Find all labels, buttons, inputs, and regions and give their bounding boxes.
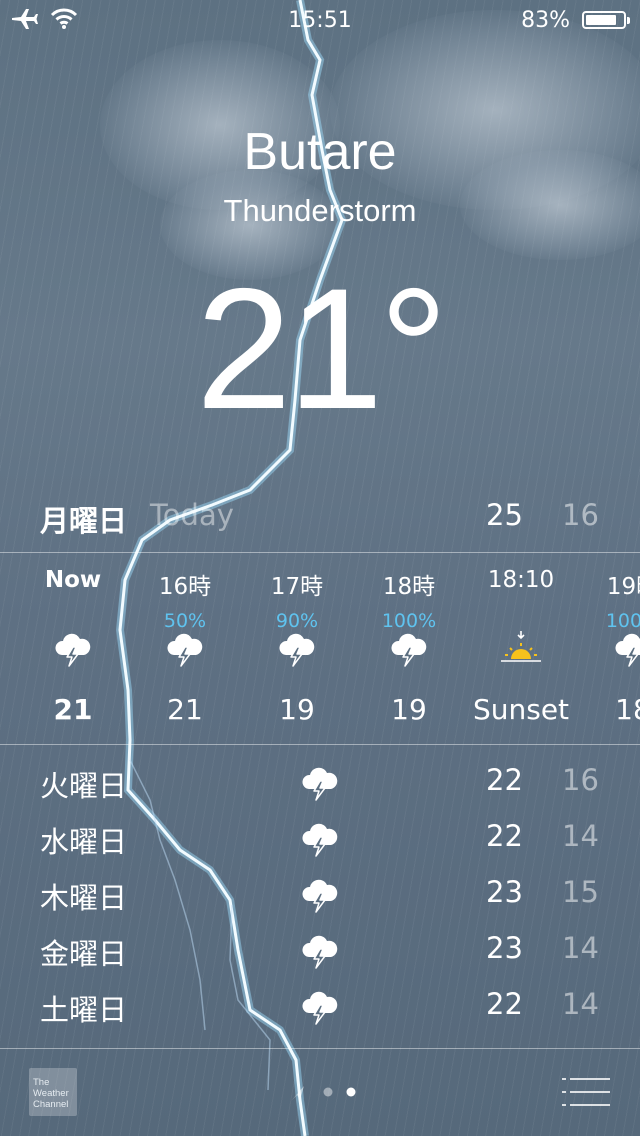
daily-high: 23	[486, 875, 523, 909]
daily-forecast-row: 金曜日 23 14	[0, 921, 640, 977]
daily-forecast-row: 土曜日 22 14	[0, 977, 640, 1033]
daily-day-name: 金曜日	[40, 937, 128, 971]
thunderstorm-icon	[300, 819, 340, 859]
hourly-time: 16時	[158, 574, 212, 600]
daily-forecast-row: 木曜日 23 15	[0, 865, 640, 921]
daily-high: 22	[486, 987, 523, 1021]
sunset-icon	[465, 629, 577, 669]
hourly-item: 18:10 Sunset	[465, 553, 577, 743]
status-bar: 15:51 83%	[0, 0, 640, 40]
daily-high: 22	[486, 763, 523, 797]
thunderstorm-icon	[300, 931, 340, 971]
page-dot-current	[346, 1087, 356, 1097]
city-name: Butare	[243, 123, 397, 181]
daily-day-name: 水曜日	[40, 825, 128, 859]
today-low: 16	[562, 498, 599, 532]
hourly-temperature: 19	[279, 693, 315, 726]
hourly-time: 18:10	[487, 567, 555, 593]
thunderstorm-icon	[17, 629, 129, 669]
battery-level-fill	[586, 15, 616, 25]
current-temperature: 21°	[195, 253, 448, 445]
hourly-time: 18時	[382, 574, 436, 600]
today-label: Today	[150, 498, 234, 532]
daily-day-name: 木曜日	[40, 881, 128, 915]
thunderstorm-icon	[129, 629, 241, 669]
daily-low: 16	[562, 763, 599, 797]
today-day-name: 月曜日	[40, 504, 128, 538]
weather-condition: Thunderstorm	[223, 193, 417, 228]
daily-forecast-row: 日曜日	[0, 1033, 640, 1047]
daily-day-name: 火曜日	[40, 769, 128, 803]
battery-icon	[582, 11, 630, 29]
today-high: 25	[486, 498, 523, 532]
location-arrow-icon	[292, 1086, 304, 1100]
thunderstorm-icon	[300, 875, 340, 915]
daily-forecast-list[interactable]: 火曜日 22 16 水曜日 22 14 木曜日 23 15 金曜日 23 14 土曜日 22 14 日曜日	[0, 753, 640, 1047]
thunderstorm-icon	[353, 629, 465, 669]
daily-low: 14	[562, 931, 599, 965]
thunderstorm-icon	[577, 629, 640, 669]
daily-day-name: 日曜日	[40, 1043, 127, 1047]
thunderstorm-icon	[300, 763, 340, 803]
hourly-temperature: 18	[615, 693, 640, 726]
daily-day-name: 土曜日	[40, 993, 128, 1027]
daily-low: 14	[562, 819, 599, 853]
hourly-temperature: 19	[391, 693, 427, 726]
hourly-item: 18時 100% 19	[353, 553, 465, 743]
hourly-bottom-divider	[0, 744, 640, 745]
footer-bar: The Weather Channel	[0, 1048, 640, 1136]
hourly-temperature: 21	[167, 693, 203, 726]
hourly-item: 19時100%18	[577, 553, 640, 743]
daily-high: 23	[486, 931, 523, 965]
daily-low: 15	[562, 875, 599, 909]
hourly-time: 17時	[270, 574, 324, 600]
hourly-item: 17時 90% 19	[241, 553, 353, 743]
today-summary-row: 月曜日 Today 25 16	[0, 498, 640, 538]
hourly-item: 16時 50% 21	[129, 553, 241, 743]
page-indicator[interactable]	[290, 1082, 370, 1102]
daily-forecast-row: 水曜日 22 14	[0, 809, 640, 865]
thunderstorm-icon	[241, 629, 353, 669]
weather-channel-logo-text: The Weather Channel	[33, 1077, 69, 1110]
hourly-temperature: 21	[53, 693, 93, 726]
hourly-time: 19時	[606, 574, 640, 600]
daily-forecast-row: 火曜日 22 16	[0, 753, 640, 809]
hourly-item: Now 21	[17, 553, 129, 743]
weather-channel-logo[interactable]: The Weather Channel	[29, 1068, 77, 1116]
city-list-icon[interactable]	[562, 1076, 610, 1108]
battery-percentage: 83%	[521, 8, 570, 33]
daily-low: 14	[562, 987, 599, 1021]
daily-high: 22	[486, 819, 523, 853]
hourly-forecast-scroller[interactable]: Now 21 16時 50% 21 17時 90% 19 18時 100% 19 18:10 Sunse…	[0, 553, 640, 743]
thunderstorm-icon	[300, 987, 340, 1027]
page-dot	[323, 1087, 333, 1097]
hourly-temperature: Sunset	[472, 693, 570, 726]
hourly-time: Now	[44, 567, 102, 593]
